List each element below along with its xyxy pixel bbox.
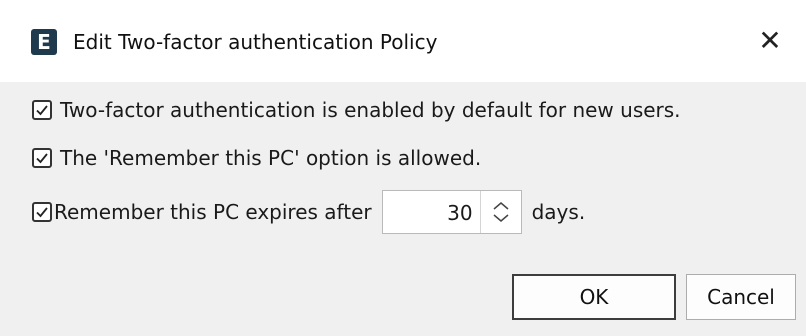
close-button[interactable]: ✕	[752, 22, 788, 60]
close-icon: ✕	[758, 24, 782, 57]
stepper-arrows[interactable]	[481, 191, 521, 233]
remember-pc-allowed-label: The 'Remember this PC' option is allowed…	[60, 146, 482, 170]
edit-2fa-policy-dialog: E Edit Two-factor authentication Policy …	[0, 0, 806, 336]
remember-pc-expires-option[interactable]: Remember this PC expires after 30 days.	[32, 190, 585, 234]
app-logo-icon: E	[31, 29, 57, 55]
checkmark-icon	[36, 153, 48, 164]
title-bar: E Edit Two-factor authentication Policy …	[0, 0, 806, 82]
remember-pc-expires-label: Remember this PC expires after	[54, 200, 372, 224]
two-factor-default-option[interactable]: Two-factor authentication is enabled by …	[32, 94, 681, 126]
ok-button[interactable]: OK	[512, 274, 676, 320]
expiry-days-value[interactable]: 30	[447, 191, 472, 235]
chevron-updown-icon	[493, 202, 509, 222]
checkmark-icon	[36, 207, 48, 218]
expiry-unit-label: days.	[531, 200, 586, 224]
checkmark-icon	[36, 105, 48, 116]
remember-pc-expires-checkbox[interactable]	[32, 202, 52, 222]
remember-pc-allowed-checkbox[interactable]	[32, 148, 52, 168]
two-factor-default-checkbox[interactable]	[32, 100, 52, 120]
cancel-button[interactable]: Cancel	[686, 274, 796, 320]
expiry-days-stepper[interactable]: 30	[381, 190, 522, 235]
two-factor-default-label: Two-factor authentication is enabled by …	[60, 98, 681, 122]
remember-pc-allowed-option[interactable]: The 'Remember this PC' option is allowed…	[32, 142, 481, 174]
dialog-title: Edit Two-factor authentication Policy	[73, 30, 438, 54]
